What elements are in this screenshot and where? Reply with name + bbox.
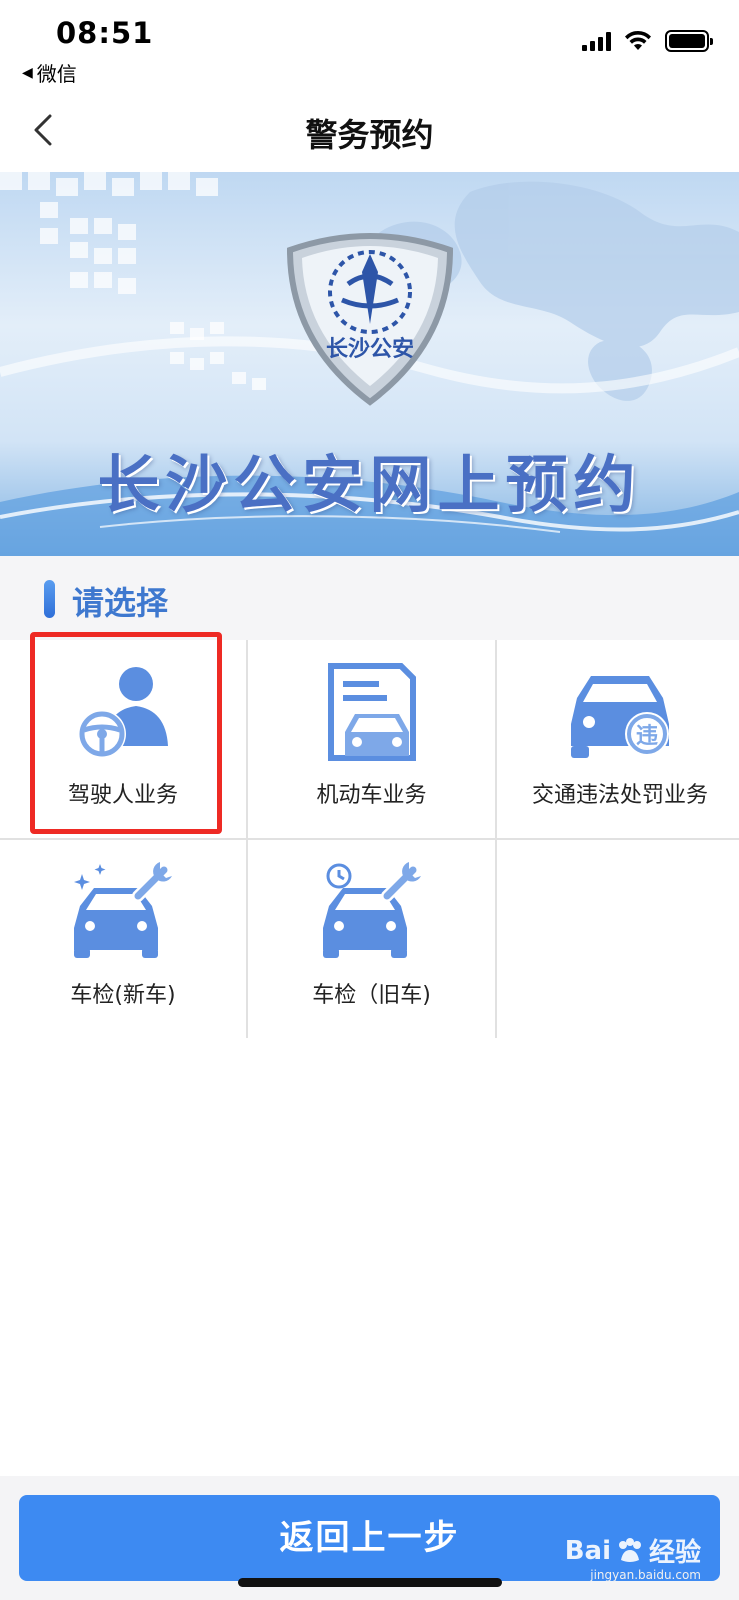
- vehicle-document-icon: [327, 663, 416, 761]
- service-label: 车检（旧车): [312, 983, 431, 1008]
- service-label: 交通违法处罚业务: [531, 783, 708, 808]
- section-header: 请选择: [0, 556, 739, 640]
- service-label: 驾驶人业务: [67, 783, 178, 808]
- paw-icon: [618, 1537, 641, 1562]
- watermark-brand: Bai: [564, 1535, 611, 1566]
- service-grid: 驾驶人业务 机动车业务 违 交通违法处罚业务 车检(新车) 车检（旧车): [0, 640, 739, 1038]
- battery-icon: [665, 30, 713, 52]
- banner-title: 长沙公安网上预约: [97, 448, 642, 521]
- home-indicator[interactable]: [238, 1578, 502, 1587]
- watermark-suffix: 经验: [648, 1538, 701, 1568]
- cellular-signal-icon: [582, 31, 611, 51]
- service-new-car-inspection[interactable]: 车检(新车): [0, 840, 246, 1038]
- violation-badge: 违: [636, 723, 658, 749]
- wifi-icon: [625, 30, 651, 50]
- emblem-text: 长沙公安: [326, 336, 414, 362]
- service-label: 车检(新车): [70, 983, 176, 1008]
- back-app-label: 微信: [36, 62, 77, 86]
- service-driver[interactable]: 驾驶人业务: [0, 640, 246, 838]
- service-vehicle[interactable]: 机动车业务: [248, 640, 495, 838]
- status-bar: 08:51 ◀ 微信: [0, 0, 739, 90]
- back-triangle-icon: ◀: [22, 64, 33, 81]
- service-label: 机动车业务: [316, 783, 427, 808]
- baidu-watermark: Bai 经验: [565, 1532, 701, 1569]
- back-to-app-link[interactable]: ◀ 微信: [22, 58, 77, 87]
- new-car-inspection-icon: [74, 862, 172, 958]
- status-time: 08:51: [56, 16, 154, 50]
- navigation-bar: 警务预约: [0, 90, 739, 172]
- section-accent-bar: [44, 580, 55, 618]
- driver-icon: [78, 667, 168, 758]
- section-title: 请选择: [72, 584, 169, 622]
- empty-cell: [497, 840, 739, 1038]
- police-shield-emblem: [286, 233, 454, 406]
- watermark-url: jingyan.baidu.com: [590, 1568, 701, 1582]
- system-icons: [582, 30, 713, 52]
- service-traffic-violation[interactable]: 违 交通违法处罚业务: [497, 640, 739, 838]
- page-title: 警务预约: [305, 116, 434, 154]
- old-car-inspection-icon: [322, 862, 421, 958]
- traffic-violation-icon: 违: [571, 676, 669, 758]
- service-old-car-inspection[interactable]: 车检（旧车): [248, 840, 495, 1038]
- banner: 长沙公安 长沙公安网上预约: [0, 172, 739, 556]
